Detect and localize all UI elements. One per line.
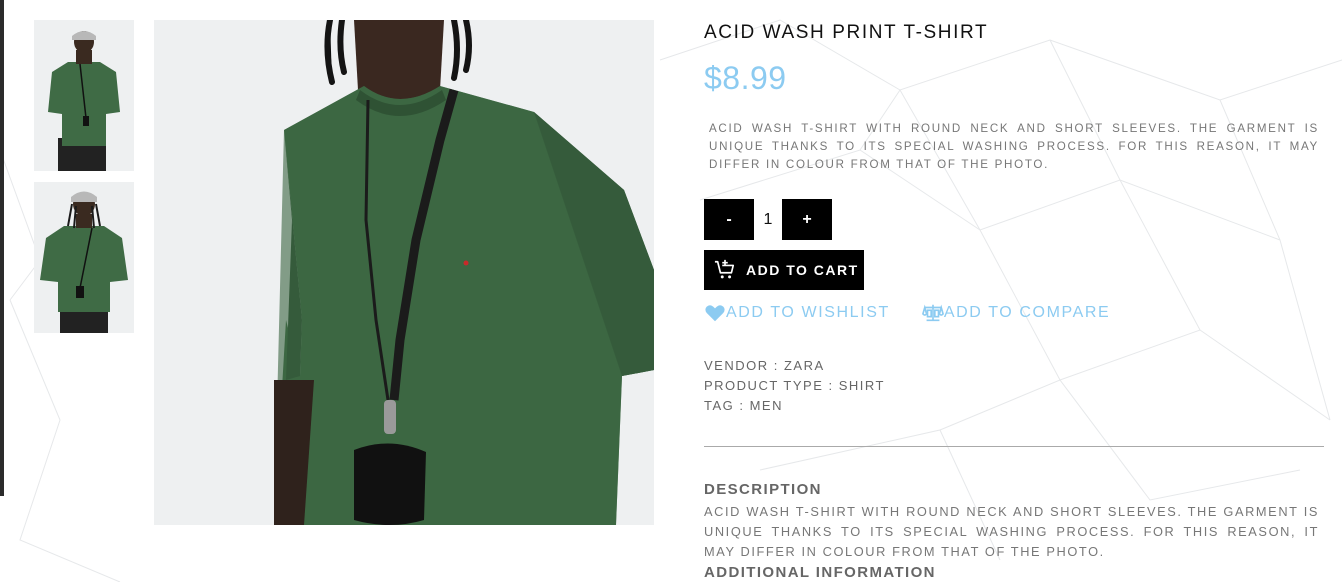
wishlist-label: ADD TO WISHLIST bbox=[726, 304, 890, 321]
quantity-value[interactable]: 1 bbox=[754, 211, 782, 229]
cart-plus-icon bbox=[714, 259, 735, 279]
tag[interactable]: TAG : MEN bbox=[704, 396, 885, 416]
model-photo-main bbox=[154, 20, 654, 525]
increase-quantity-button[interactable]: + bbox=[782, 199, 832, 240]
additional-information-heading[interactable]: ADDITIONAL INFORMATION bbox=[704, 564, 936, 581]
add-to-compare-link[interactable]: ADD TO COMPARE bbox=[921, 302, 1111, 324]
decrease-quantity-button[interactable]: - bbox=[704, 199, 754, 240]
main-product-image[interactable] bbox=[154, 20, 654, 525]
product-meta: VENDOR : ZARA PRODUCT TYPE : SHIRT TAG :… bbox=[704, 356, 885, 416]
model-photo-thumbnail bbox=[34, 182, 134, 333]
product-type[interactable]: PRODUCT TYPE : SHIRT bbox=[704, 376, 885, 396]
product-price: $8.99 bbox=[704, 60, 787, 96]
description-body: ACID WASH T-SHIRT WITH ROUND NECK AND SH… bbox=[704, 504, 1319, 559]
divider bbox=[704, 446, 1324, 447]
thumbnail-1[interactable] bbox=[34, 20, 134, 171]
add-to-wishlist-link[interactable]: ADD TO WISHLIST bbox=[704, 302, 890, 324]
add-to-cart-label: ADD TO CART bbox=[746, 262, 859, 278]
page-edge bbox=[0, 0, 4, 496]
heart-icon bbox=[705, 305, 725, 322]
quantity-stepper: - 1 + bbox=[704, 199, 832, 240]
short-description: ACID WASH T-SHIRT WITH ROUND NECK AND SH… bbox=[709, 122, 1319, 171]
vendor[interactable]: VENDOR : ZARA bbox=[704, 356, 885, 376]
compare-label: ADD TO COMPARE bbox=[943, 304, 1111, 321]
product-title: ACID WASH PRINT T-SHIRT bbox=[704, 22, 989, 43]
description-heading[interactable]: DESCRIPTION bbox=[704, 481, 822, 498]
thumbnail-2[interactable] bbox=[34, 182, 134, 333]
model-photo-thumbnail bbox=[34, 20, 134, 171]
secondary-actions: ADD TO WISHLIST ADD TO COMPARE bbox=[704, 302, 1110, 324]
scale-icon bbox=[921, 304, 944, 322]
add-to-cart-button[interactable]: ADD TO CART bbox=[704, 250, 864, 290]
